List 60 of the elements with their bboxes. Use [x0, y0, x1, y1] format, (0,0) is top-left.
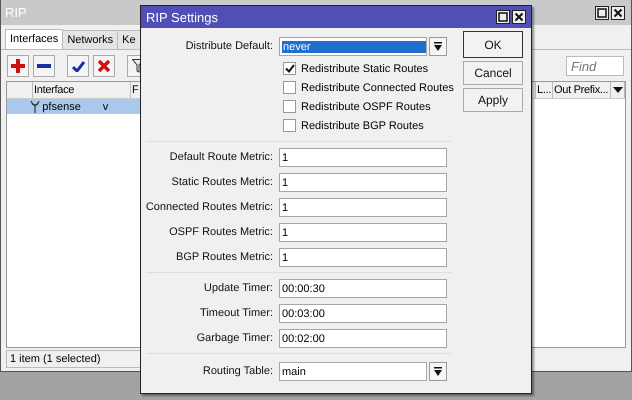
column-header[interactable]: Interface	[34, 84, 74, 96]
field-label: Default Route Metric:	[168, 151, 273, 164]
add-button[interactable]	[7, 55, 29, 77]
checkbox-label[interactable]: Redistribute Static Routes	[301, 62, 428, 74]
remove-button[interactable]	[33, 55, 55, 77]
ok-button[interactable]: OK	[463, 31, 523, 58]
field-label: Garbage Timer:	[196, 332, 273, 345]
input-field[interactable]: 00:03:00	[279, 304, 447, 323]
dropdown-field[interactable]: never	[279, 37, 427, 56]
apply-button[interactable]: Apply	[463, 88, 523, 112]
caret-icon	[434, 367, 442, 376]
table-cell: v	[102, 100, 108, 112]
enable-button[interactable]	[67, 55, 89, 77]
tab[interactable]: Ke	[117, 30, 141, 49]
checkbox[interactable]	[283, 81, 296, 94]
input-field[interactable]: 00:00:30	[279, 279, 447, 298]
dialog-title: RIP Settings	[146, 10, 218, 24]
plus-icon	[11, 59, 25, 73]
maximize-icon[interactable]	[496, 10, 510, 24]
caret-icon	[434, 42, 442, 51]
maximize-icon[interactable]	[595, 6, 609, 20]
antenna-icon	[29, 100, 42, 113]
find-field[interactable]: Find	[566, 56, 624, 76]
field-label: Static Routes Metric:	[170, 176, 273, 189]
disable-button[interactable]	[93, 55, 115, 77]
column-header[interactable]: Out Prefix...	[554, 84, 608, 96]
tab[interactable]: Interfaces	[5, 29, 64, 49]
input-field[interactable]: 1	[279, 248, 447, 267]
input-field[interactable]: 1	[279, 173, 447, 192]
tab[interactable]: Networks	[62, 30, 118, 49]
field-label: Timeout Timer:	[199, 307, 273, 320]
checkbox-label[interactable]: Redistribute BGP Routes	[301, 120, 424, 132]
field-label: BGP Routes Metric:	[175, 251, 273, 264]
checkbox-label[interactable]: Redistribute Connected Routes	[301, 82, 454, 94]
caret-icon[interactable]	[613, 87, 623, 93]
field-label: Routing Table:	[202, 365, 273, 378]
close-icon[interactable]	[611, 6, 625, 20]
input-field[interactable]: 00:02:00	[279, 329, 447, 348]
field-label: Distribute Default:	[184, 40, 273, 53]
minus-icon	[37, 64, 51, 68]
checkbox[interactable]	[283, 62, 296, 75]
checkbox[interactable]	[283, 100, 296, 113]
field-label: Update Timer:	[202, 282, 273, 295]
dropdown-field[interactable]: main	[279, 362, 427, 381]
field-label: OSPF Routes Metric:	[168, 226, 273, 239]
column-header[interactable]: L...	[537, 84, 552, 96]
check-icon	[72, 60, 84, 72]
dropdown-button[interactable]	[429, 362, 447, 381]
input-field[interactable]: 1	[279, 198, 447, 217]
table-cell: pfsense	[42, 100, 81, 112]
field-label: Connected Routes Metric:	[144, 201, 273, 214]
cancel-button[interactable]: Cancel	[463, 61, 523, 85]
cross-icon	[98, 60, 110, 72]
close-icon[interactable]	[512, 10, 526, 24]
checkbox-label[interactable]: Redistribute OSPF Routes	[301, 100, 431, 112]
input-field[interactable]: 1	[279, 223, 447, 242]
input-field[interactable]: 1	[279, 148, 447, 167]
dropdown-button[interactable]	[429, 37, 447, 56]
checkbox[interactable]	[283, 119, 296, 132]
column-header[interactable]: F	[132, 84, 138, 96]
